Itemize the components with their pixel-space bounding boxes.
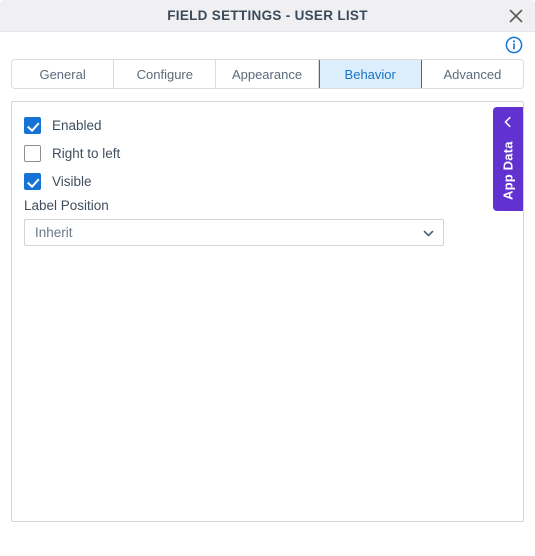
label-position-select[interactable]: Inherit [24,219,444,246]
tab-configure[interactable]: Configure [114,60,217,88]
app-data-label: App Data [500,141,516,201]
checkbox-row-visible[interactable]: Visible [24,171,92,191]
tab-advanced[interactable]: Advanced [421,60,523,88]
label-position-label: Label Position [24,198,109,213]
field-settings-dialog: FIELD SETTINGS - USER LIST General Confi… [0,0,535,556]
right-to-left-checkbox[interactable] [24,144,41,162]
label-position-field: Label Position Inherit [24,198,444,246]
tab-appearance[interactable]: Appearance [216,60,319,88]
dialog-title: FIELD SETTINGS - USER LIST [167,8,368,23]
close-icon[interactable] [505,5,527,27]
tab-behavior[interactable]: Behavior [318,60,422,88]
label-position-value: Inherit [35,225,73,240]
info-icon[interactable] [505,36,523,54]
visible-checkbox[interactable] [24,172,41,190]
tab-general[interactable]: General [12,60,115,88]
right-to-left-label: Right to left [52,145,121,161]
app-data-panel-toggle[interactable]: App Data [493,107,523,211]
settings-tab-strip: General Configure Appearance Behavior Ad… [11,59,524,89]
checkbox-row-enabled[interactable]: Enabled [24,115,102,135]
behavior-tab-panel: Enabled Right to left Visible Label Posi… [11,101,524,522]
enabled-checkbox[interactable] [24,116,41,134]
chevron-left-icon [502,116,514,128]
dialog-titlebar: FIELD SETTINGS - USER LIST [0,0,535,32]
visible-label: Visible [52,173,92,189]
chevron-down-icon [423,228,434,239]
enabled-label: Enabled [52,117,102,133]
checkbox-row-right-to-left[interactable]: Right to left [24,143,120,163]
